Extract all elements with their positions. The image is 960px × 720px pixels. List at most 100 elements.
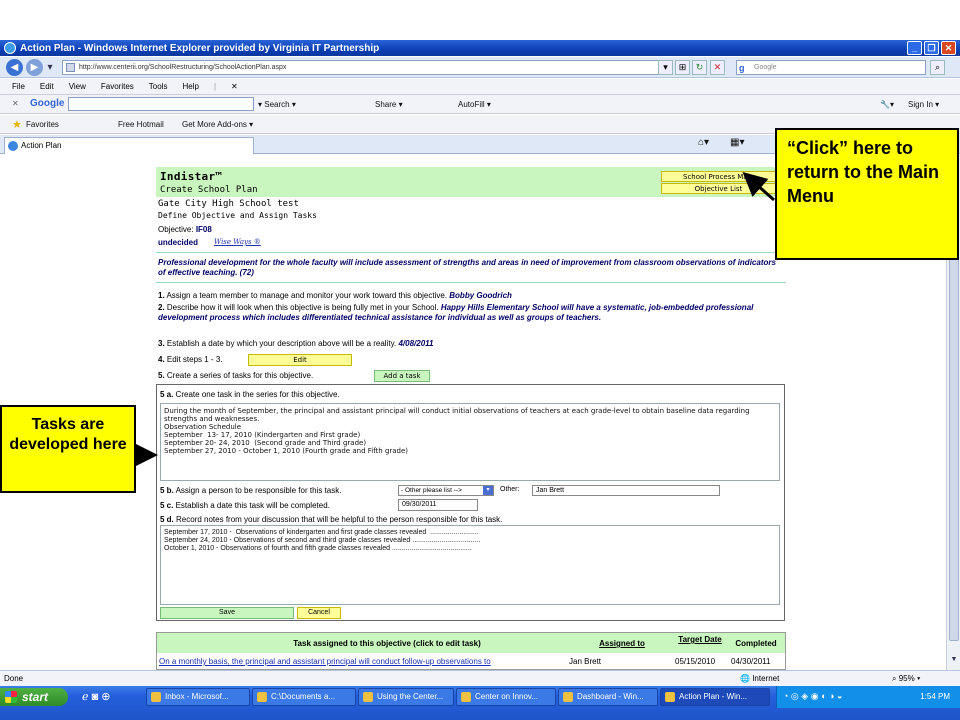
other-person-input[interactable]: Jan Brett — [532, 485, 720, 496]
close-window-button[interactable]: ✕ — [941, 41, 956, 55]
maximize-button[interactable]: ❐ — [924, 41, 939, 55]
step-1: 1. Assign a team member to manage and mo… — [158, 291, 512, 300]
school-process-main-button[interactable]: School Process Main — [661, 171, 776, 182]
compat-icon[interactable]: ⊞ — [675, 60, 690, 75]
free-hotmail-link[interactable]: Free Hotmail — [118, 120, 164, 129]
windows-taskbar: start ℯ ◙ ⊕ Inbox - Microsof... C:\Docum… — [0, 686, 960, 720]
favorites-button[interactable]: Favorites — [26, 120, 59, 129]
edit-steps-button[interactable]: Edit — [248, 354, 352, 366]
google-search-button[interactable]: ▾ Search ▾ — [258, 100, 296, 109]
completion-date-input[interactable]: 09/30/2011 — [398, 499, 478, 511]
feeds-icon[interactable]: ▦▾ — [730, 137, 744, 148]
favorites-star-icon: ★ — [12, 119, 22, 131]
menu-view[interactable]: View — [69, 82, 86, 91]
table-cell-completed: 04/30/2011 — [731, 657, 771, 666]
wise-ways-link[interactable]: Wise Ways ® — [214, 238, 261, 246]
task-c-label: 5 c. Establish a date this task will be … — [160, 501, 330, 510]
brand-title: Indistar™ — [160, 170, 223, 183]
address-bar: ◀ ▶ ▾ http://www.centerii.org/SchoolRest… — [0, 57, 960, 78]
forward-icon[interactable]: ▶ — [26, 59, 43, 76]
menu-tools[interactable]: Tools — [149, 82, 168, 91]
taskbar-dashboard[interactable]: Dashboard - Win... — [558, 688, 658, 706]
col-completed: Completed — [735, 639, 777, 648]
menu-bar: File Edit View Favorites Tools Help | ✕ — [0, 79, 960, 95]
history-dropdown-icon[interactable]: ▾ — [44, 59, 56, 76]
close-toolbar-icon[interactable]: ✕ — [231, 82, 238, 91]
wrench-icon[interactable]: 🔧▾ — [880, 100, 894, 109]
tab-action-plan[interactable]: Action Plan — [4, 137, 254, 154]
callout-tasks: Tasks are developed here — [0, 405, 136, 493]
google-toolbar: ✕ Google ▾ Search ▾ Share ▾ AutoFill ▾ 🔧… — [0, 95, 960, 114]
col-task: Task assigned to this objective (click t… — [293, 639, 481, 648]
share-button[interactable]: Share ▾ — [375, 100, 403, 109]
menu-help[interactable]: Help — [182, 82, 198, 91]
section-title: Define Objective and Assign Tasks — [158, 211, 317, 220]
google-search-icon: g — [739, 63, 745, 73]
task-notes-textarea[interactable]: September 17, 2010 - Observations of kin… — [160, 525, 780, 605]
page-subtitle: Create School Plan — [160, 185, 258, 195]
objective-list-button[interactable]: Objective List — [661, 183, 776, 194]
menu-edit[interactable]: Edit — [40, 82, 54, 91]
task-description-textarea[interactable]: During the month of September, the princ… — [160, 403, 780, 481]
menu-separator: | — [213, 82, 217, 91]
taskbar-inbox[interactable]: Inbox - Microsof... — [146, 688, 250, 706]
url-field[interactable]: http://www.centerii.org/SchoolRestructur… — [62, 60, 672, 75]
quick-launch-icons[interactable]: ℯ ◙ ⊕ — [82, 690, 110, 703]
save-button[interactable]: Save — [160, 607, 294, 619]
autofill-button[interactable]: AutoFill ▾ — [458, 100, 491, 109]
step-5: 5. Create a series of tasks for this obj… — [158, 371, 314, 380]
menu-file[interactable]: File — [12, 82, 25, 91]
google-logo: Google — [30, 98, 65, 109]
google-search-input[interactable] — [68, 97, 254, 111]
ie-icon — [4, 42, 16, 54]
school-name: Gate City High School test — [158, 199, 299, 209]
ie-page-icon — [8, 141, 18, 151]
task-b-label: 5 b. Assign a person to be responsible f… — [160, 486, 342, 495]
url-dropdown-icon[interactable]: ▾ — [658, 60, 673, 75]
zoom-level[interactable]: ⌕ 95% ▾ — [892, 674, 920, 684]
sign-in-button[interactable]: Sign In ▾ — [908, 100, 939, 109]
taskbar-using-center[interactable]: Using the Center... — [358, 688, 454, 706]
taskbar-center-innov[interactable]: Center on Innov... — [456, 688, 556, 706]
status-badge: undecided — [158, 238, 199, 247]
task-a-label: 5 a. Create one task in the series for t… — [160, 390, 340, 399]
menu-favorites[interactable]: Favorites — [101, 82, 134, 91]
scroll-down-icon[interactable]: ▼ — [949, 656, 959, 668]
home-icon[interactable]: ⌂▾ — [698, 137, 709, 148]
other-label: Other: — [500, 486, 520, 493]
get-addons-link[interactable]: Get More Add-ons ▾ — [182, 120, 253, 129]
back-icon[interactable]: ◀ — [6, 59, 23, 76]
taskbar-action-plan[interactable]: Action Plan - Win... — [660, 688, 770, 706]
taskbar-documents[interactable]: C:\Documents a... — [252, 688, 356, 706]
table-cell-target: 05/15/2010 — [675, 657, 716, 666]
window-title: Action Plan - Windows Internet Explorer … — [20, 42, 380, 54]
close-toolbar-icon[interactable]: ✕ — [12, 99, 19, 108]
search-input[interactable]: g Google — [736, 60, 926, 75]
tray-icons[interactable]: ◔ ◎ ◈ ◉ ◐ ◑ ◒ — [783, 691, 842, 702]
task-d-label: 5 d. Record notes from your discussion t… — [160, 515, 503, 524]
windows-logo-icon — [5, 691, 17, 703]
status-text: Done — [4, 674, 24, 683]
page-icon — [66, 63, 75, 72]
minimize-button[interactable]: _ — [907, 41, 922, 55]
internet-zone: 🌐 Internet — [740, 674, 780, 683]
system-tray: ◔ ◎ ◈ ◉ ◐ ◑ ◒ 1:54 PM — [776, 686, 960, 708]
responsible-person-select[interactable]: - Other please list --> ▾ — [398, 485, 494, 496]
add-task-button[interactable]: Add a task — [374, 370, 430, 382]
step-2: 2. Describe how it will look when this o… — [158, 303, 754, 322]
search-go-icon[interactable]: ⌕ — [930, 60, 945, 75]
task-link[interactable]: On a monthly basis, the principal and as… — [159, 657, 491, 666]
tasks-table: Task assigned to this objective (click t… — [156, 632, 786, 670]
col-target-date[interactable]: Target Date — [672, 635, 728, 644]
table-header: Task assigned to this objective (click t… — [157, 633, 785, 653]
start-button[interactable]: start — [0, 688, 68, 706]
divider — [156, 282, 786, 283]
table-cell-assigned: Jan Brett — [569, 657, 602, 666]
refresh-icon[interactable]: ↻ — [692, 60, 707, 75]
objective-code: IF08 — [195, 225, 212, 234]
divider — [156, 252, 786, 253]
clock: 1:54 PM — [920, 692, 950, 701]
cancel-button[interactable]: Cancel — [297, 607, 341, 619]
col-assigned-to[interactable]: Assigned to — [587, 639, 657, 648]
stop-icon[interactable]: ✕ — [710, 60, 725, 75]
